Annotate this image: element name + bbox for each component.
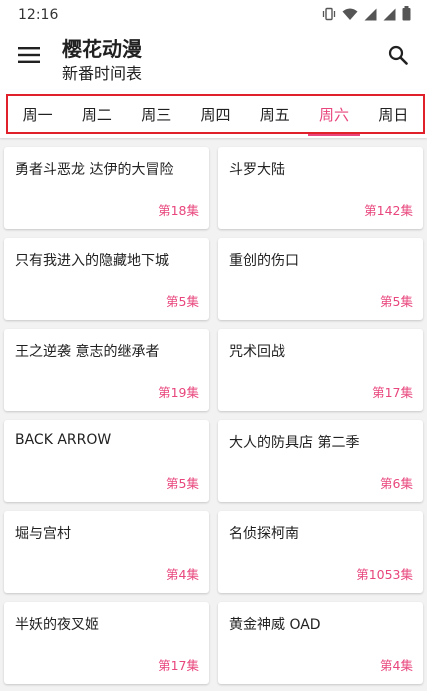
tab-day[interactable]: 周二 <box>67 96 126 132</box>
app-bar: 樱花动漫 新番时间表 <box>0 30 427 90</box>
anime-title: 名侦探柯南 <box>229 526 299 542</box>
episode-label: 第17集 <box>158 658 199 673</box>
anime-title: 王之逆袭 意志的继承者 <box>15 344 160 360</box>
menu-button[interactable] <box>12 40 46 74</box>
anime-card[interactable]: 重创的伤口第5集 <box>218 238 423 320</box>
anime-card[interactable]: 王之逆袭 意志的继承者第19集 <box>4 329 209 411</box>
tab-day[interactable]: 周一 <box>8 96 67 132</box>
episode-label: 第142集 <box>364 203 413 218</box>
anime-card[interactable]: BACK ARROW 第5集 <box>4 420 209 502</box>
anime-title: 黄金神威 OAD <box>229 617 321 633</box>
anime-card[interactable]: 斗罗大陆第142集 <box>218 147 423 229</box>
anime-card[interactable]: 大人的防具店 第二季第6集 <box>218 420 423 502</box>
menu-icon <box>18 46 40 68</box>
search-icon <box>388 45 408 69</box>
tab-day[interactable]: 周四 <box>186 96 245 132</box>
episode-label: 第4集 <box>380 658 413 673</box>
app-titles: 樱花动漫 新番时间表 <box>62 37 142 85</box>
episode-label: 第5集 <box>166 476 199 491</box>
anime-title: 斗罗大陆 <box>229 162 285 178</box>
signal-icon <box>383 6 396 25</box>
search-button[interactable] <box>381 40 415 74</box>
episode-label: 第19集 <box>158 385 199 400</box>
tab-day[interactable]: 周六 <box>304 96 363 136</box>
weekday-tab-bar: 周一 周二 周三 周四 周五 周六 周日 <box>6 94 425 136</box>
anime-card[interactable]: 名侦探柯南第1053集 <box>218 511 423 593</box>
episode-label: 第4集 <box>166 567 199 582</box>
episode-label: 第18集 <box>158 203 199 218</box>
episode-label: 第6集 <box>380 476 413 491</box>
anime-title: 只有我进入的隐藏地下城 <box>15 253 169 269</box>
anime-card[interactable]: 勇者斗恶龙 达伊的大冒险第18集 <box>4 147 209 229</box>
anime-title: 重创的伤口 <box>229 253 299 269</box>
anime-title: BACK ARROW <box>15 432 112 448</box>
battery-icon <box>402 5 411 25</box>
episode-label: 第5集 <box>166 294 199 309</box>
anime-card[interactable]: 只有我进入的隐藏地下城第5集 <box>4 238 209 320</box>
anime-card[interactable]: 堀与宫村第4集 <box>4 511 209 593</box>
anime-card[interactable]: 半妖的夜叉姬第17集 <box>4 602 209 684</box>
episode-label: 第1053集 <box>356 567 413 582</box>
anime-title: 堀与宫村 <box>15 526 71 542</box>
wifi-icon <box>342 6 358 25</box>
episode-label: 第17集 <box>372 385 413 400</box>
app-title: 樱花动漫 <box>62 37 142 61</box>
tab-day[interactable]: 周五 <box>245 96 304 132</box>
anime-card[interactable]: 黄金神威 OAD 第4集 <box>218 602 423 684</box>
anime-title: 半妖的夜叉姬 <box>15 617 99 633</box>
status-bar: 12:16 <box>0 0 427 30</box>
anime-title: 咒术回战 <box>229 344 285 360</box>
tab-day[interactable]: 周三 <box>127 96 186 132</box>
signal-icon <box>364 6 377 25</box>
schedule-grid: 勇者斗恶龙 达伊的大冒险 第18集 斗罗大陆 第142集 只有我进入的隐藏地下城 第5集重… <box>4 147 423 684</box>
anime-card[interactable]: 咒术回战第17集 <box>218 329 423 411</box>
status-time: 12:16 <box>18 7 59 23</box>
weekday-tabs: 周一 周二 周三 周四 周五 周六 周日 <box>0 90 427 138</box>
vibrate-icon <box>322 6 336 25</box>
status-icons <box>322 5 411 25</box>
tab-day[interactable]: 周日 <box>364 96 423 132</box>
episode-label: 第5集 <box>380 294 413 309</box>
anime-title: 大人的防具店 第二季 <box>229 435 360 451</box>
app-subtitle: 新番时间表 <box>62 64 143 83</box>
anime-title: 勇者斗恶龙 达伊的大冒险 <box>15 162 174 178</box>
